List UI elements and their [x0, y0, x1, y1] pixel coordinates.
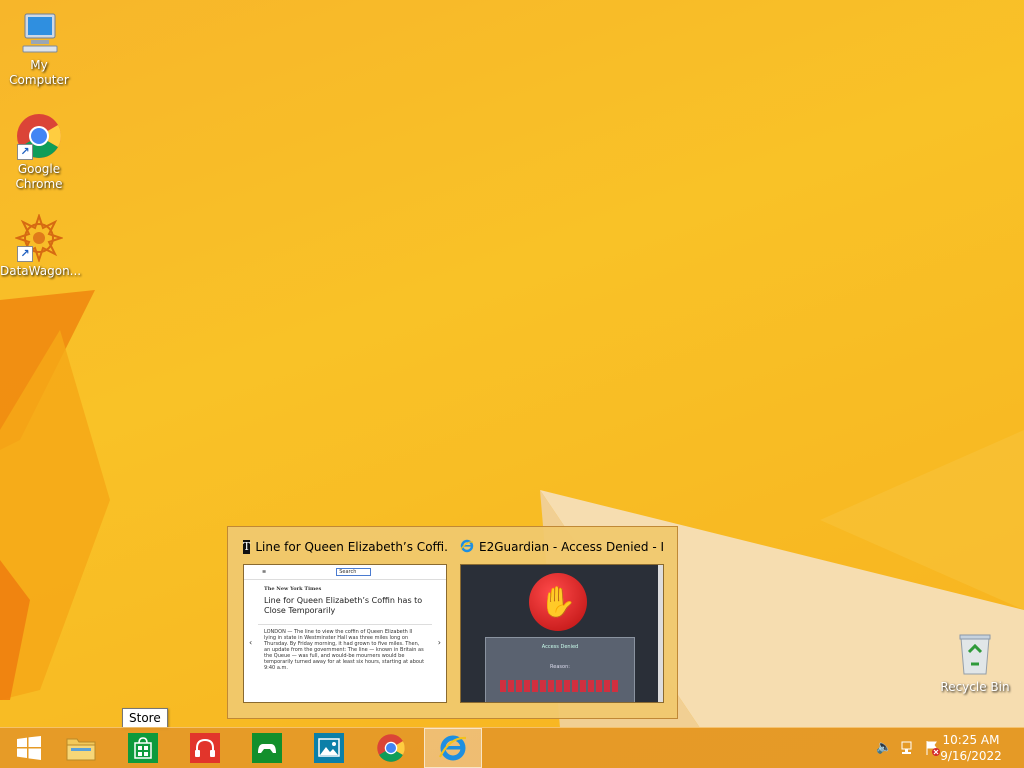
thumbnail-preview-nyt: ≡ Search The New York Times Line for Que… — [243, 564, 447, 703]
folder-icon — [66, 738, 96, 761]
system-tray: 🔈 10:25 AM 9/16/2022 — [864, 728, 1024, 768]
desktop-icon-my-computer[interactable]: My Computer — [0, 8, 78, 88]
stop-hand-icon: ✋ — [529, 573, 587, 631]
preview-masthead: The New York Times — [264, 586, 322, 592]
store-tooltip: Store — [122, 708, 168, 728]
preview-search-box: Search — [336, 568, 372, 576]
volume-muted-icon[interactable]: 🔈 — [876, 740, 892, 756]
thumbnail-title: Line for Queen Elizabeth’s Coffi... — [255, 540, 447, 554]
thumbnail-nyt-window[interactable]: T Line for Queen Elizabeth’s Coffi... ≡ … — [243, 537, 447, 703]
chrome-button[interactable] — [362, 728, 420, 768]
desktop-icon-label: Recycle Bin — [940, 680, 1010, 694]
desktop-icon-recycle-bin[interactable]: Recycle Bin — [936, 630, 1014, 695]
desktop-icon-datawagon[interactable]: ↗ DataWagon... — [0, 212, 82, 279]
desktop-icon-label: Google Chrome — [15, 162, 63, 191]
ie-icon — [460, 539, 474, 556]
preview-next-arrow-icon: › — [437, 638, 441, 647]
ie-icon — [439, 735, 467, 761]
network-icon[interactable] — [900, 740, 916, 756]
start-button[interactable] — [0, 728, 58, 768]
desktop-icon-label: DataWagon... — [0, 264, 82, 278]
recycle-bin-icon — [951, 630, 999, 678]
photos-button[interactable] — [300, 728, 358, 768]
clock-date: 9/16/2022 — [940, 749, 1002, 763]
shortcut-arrow-icon: ↗ — [17, 144, 33, 160]
taskbar-thumbnail-popup: T Line for Queen Elizabeth’s Coffi... ≡ … — [227, 526, 678, 719]
desktop-icon-google-chrome[interactable]: ↗ Google Chrome — [0, 112, 78, 192]
shortcut-arrow-icon: ↗ — [17, 246, 33, 262]
gamepad-icon — [252, 733, 282, 763]
thumbnail-title: E2Guardian - Access Denied - In... — [479, 540, 664, 554]
preview-headline: Line for Queen Elizabeth’s Coffin has to… — [264, 596, 423, 615]
file-explorer-button[interactable] — [52, 728, 110, 768]
chrome-icon: ↗ — [15, 112, 63, 160]
preview-body: LONDON — The line to view the coffin of … — [264, 629, 425, 671]
photos-icon — [314, 733, 344, 763]
preview-prev-arrow-icon: ‹ — [249, 638, 253, 647]
store-icon — [128, 733, 158, 763]
windows-logo-icon — [17, 736, 41, 760]
music-button[interactable] — [176, 728, 234, 768]
blocked-message: Access Denied — [541, 644, 579, 650]
clock[interactable]: 10:25 AM 9/16/2022 — [936, 732, 1006, 764]
thumbnail-preview-e2guardian: ✋ Access Denied Reason: — [460, 564, 664, 703]
desktop-icon-label: My Computer — [9, 58, 69, 87]
chrome-icon — [377, 734, 405, 762]
reason-label: Reason: — [550, 664, 570, 670]
taskbar: 🔈 10:25 AM 9/16/2022 — [0, 727, 1024, 768]
headphones-icon — [190, 733, 220, 763]
ie-button[interactable] — [424, 728, 482, 768]
nyt-icon: T — [243, 540, 251, 554]
store-button[interactable] — [114, 728, 172, 768]
datawagon-icon: ↗ — [13, 212, 65, 264]
thumbnail-e2guardian-window[interactable]: E2Guardian - Access Denied - In... ✋ Acc… — [460, 537, 664, 703]
clock-time: 10:25 AM — [942, 733, 1000, 747]
games-button[interactable] — [238, 728, 296, 768]
computer-icon — [15, 8, 63, 56]
